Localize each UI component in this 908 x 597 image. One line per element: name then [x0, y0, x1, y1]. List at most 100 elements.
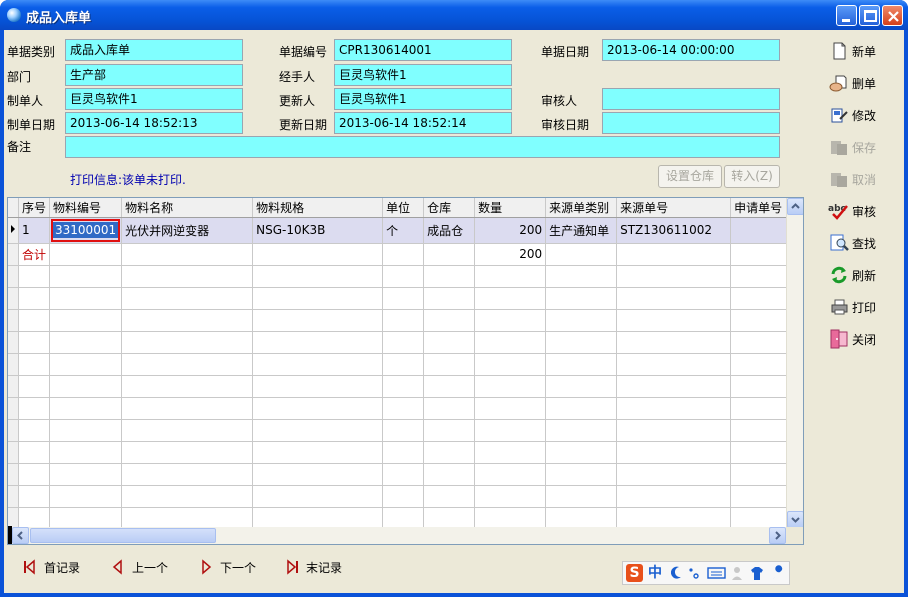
empty-row[interactable] [8, 287, 792, 310]
empty-cell[interactable] [423, 463, 476, 486]
empty-row[interactable] [8, 331, 792, 354]
empty-cell[interactable] [730, 265, 792, 288]
empty-cell[interactable] [18, 397, 51, 420]
empty-cell[interactable] [49, 419, 123, 442]
tools-icon[interactable] [770, 564, 786, 587]
new-doc-button[interactable]: 新单 [826, 38, 896, 64]
doc-no-field[interactable]: CPR130614001 [334, 39, 512, 61]
handler-field[interactable]: 巨灵鸟软件1 [334, 64, 512, 86]
cell-warehouse[interactable]: 成品仓 [423, 217, 476, 244]
detail-grid[interactable]: 序号 物料编号 物料名称 物料规格 单位 仓库 数量 来源单类别 来源单号 申请… [7, 197, 804, 545]
empty-cell[interactable] [382, 331, 425, 354]
empty-cell[interactable] [121, 287, 254, 310]
empty-cell[interactable] [252, 463, 384, 486]
empty-cell[interactable] [382, 265, 425, 288]
empty-cell[interactable] [730, 485, 792, 508]
scroll-down-button[interactable] [787, 511, 803, 528]
empty-cell[interactable] [121, 309, 254, 332]
empty-cell[interactable] [382, 287, 425, 310]
audit-button[interactable]: abc 审核 [826, 198, 896, 224]
empty-cell[interactable] [616, 353, 732, 376]
close-button[interactable] [882, 5, 903, 26]
empty-cell[interactable] [252, 419, 384, 442]
empty-cell[interactable] [545, 485, 618, 508]
empty-cell[interactable] [382, 441, 425, 464]
scroll-left-button[interactable] [12, 527, 29, 544]
empty-cell[interactable] [121, 441, 254, 464]
cell-src-type[interactable]: 生产通知单 [545, 217, 618, 244]
empty-cell[interactable] [121, 397, 254, 420]
edit-button[interactable]: 修改 [826, 102, 896, 128]
empty-cell[interactable] [474, 309, 547, 332]
audit-date-field[interactable] [602, 112, 780, 134]
cell-name[interactable]: 光伏并网逆变器 [121, 217, 254, 244]
empty-cell[interactable] [121, 419, 254, 442]
empty-cell[interactable] [616, 485, 732, 508]
doc-type-field[interactable]: 成品入库单 [65, 39, 243, 61]
empty-cell[interactable] [545, 265, 618, 288]
horizontal-scroll-thumb[interactable] [30, 528, 216, 543]
sogou-logo[interactable]: S [626, 564, 643, 582]
table-row[interactable]: 1 33100001 光伏并网逆变器 NSG-10K3B 个 成品仓 200 生… [8, 217, 792, 244]
empty-row[interactable] [8, 353, 792, 376]
empty-cell[interactable] [423, 441, 476, 464]
create-date-field[interactable]: 2013-06-14 18:52:13 [65, 112, 243, 134]
set-warehouse-button[interactable]: 设置仓库 [658, 165, 722, 188]
empty-cell[interactable] [423, 419, 476, 442]
save-button[interactable]: 保存 [826, 134, 896, 160]
punctuation-icon[interactable] [687, 564, 701, 587]
empty-cell[interactable] [423, 331, 476, 354]
empty-cell[interactable] [423, 485, 476, 508]
transfer-in-button[interactable]: 转入(Z) [724, 165, 780, 188]
empty-cell[interactable] [545, 507, 618, 530]
col-header-warehouse[interactable]: 仓库 [423, 198, 476, 218]
empty-cell[interactable] [382, 463, 425, 486]
empty-cell[interactable] [18, 309, 51, 332]
col-header-unit[interactable]: 单位 [382, 198, 425, 218]
empty-row[interactable] [8, 265, 792, 288]
empty-row[interactable] [8, 441, 792, 464]
empty-cell[interactable] [616, 265, 732, 288]
empty-cell[interactable] [18, 331, 51, 354]
empty-cell[interactable] [423, 265, 476, 288]
empty-cell[interactable] [252, 353, 384, 376]
maximize-button[interactable] [859, 5, 880, 26]
empty-cell[interactable] [49, 441, 123, 464]
empty-cell[interactable] [49, 463, 123, 486]
empty-cell[interactable] [474, 463, 547, 486]
cancel-button[interactable]: 取消 [826, 166, 896, 192]
user-icon[interactable] [730, 564, 744, 587]
empty-cell[interactable] [616, 397, 732, 420]
empty-cell[interactable] [382, 485, 425, 508]
empty-cell[interactable] [474, 507, 547, 530]
empty-row[interactable] [8, 485, 792, 508]
horizontal-scrollbar[interactable] [8, 527, 787, 544]
refresh-button[interactable]: 刷新 [826, 262, 896, 288]
empty-row[interactable] [8, 463, 792, 486]
empty-cell[interactable] [423, 309, 476, 332]
empty-cell[interactable] [252, 375, 384, 398]
empty-cell[interactable] [49, 287, 123, 310]
creator-field[interactable]: 巨灵鸟软件1 [65, 88, 243, 110]
empty-row[interactable] [8, 507, 792, 530]
empty-cell[interactable] [18, 287, 51, 310]
empty-cell[interactable] [545, 441, 618, 464]
empty-cell[interactable] [49, 353, 123, 376]
empty-cell[interactable] [616, 331, 732, 354]
empty-cell[interactable] [545, 353, 618, 376]
empty-cell[interactable] [18, 265, 51, 288]
empty-cell[interactable] [382, 397, 425, 420]
soft-keyboard-icon[interactable] [707, 564, 727, 587]
empty-cell[interactable] [49, 397, 123, 420]
empty-cell[interactable] [545, 375, 618, 398]
empty-cell[interactable] [49, 331, 123, 354]
empty-cell[interactable] [616, 287, 732, 310]
empty-cell[interactable] [423, 507, 476, 530]
delete-doc-button[interactable]: 删单 [826, 70, 896, 96]
col-header-spec[interactable]: 物料规格 [252, 198, 384, 218]
empty-cell[interactable] [730, 353, 792, 376]
empty-cell[interactable] [545, 309, 618, 332]
empty-cell[interactable] [252, 287, 384, 310]
empty-cell[interactable] [18, 441, 51, 464]
empty-cell[interactable] [382, 419, 425, 442]
